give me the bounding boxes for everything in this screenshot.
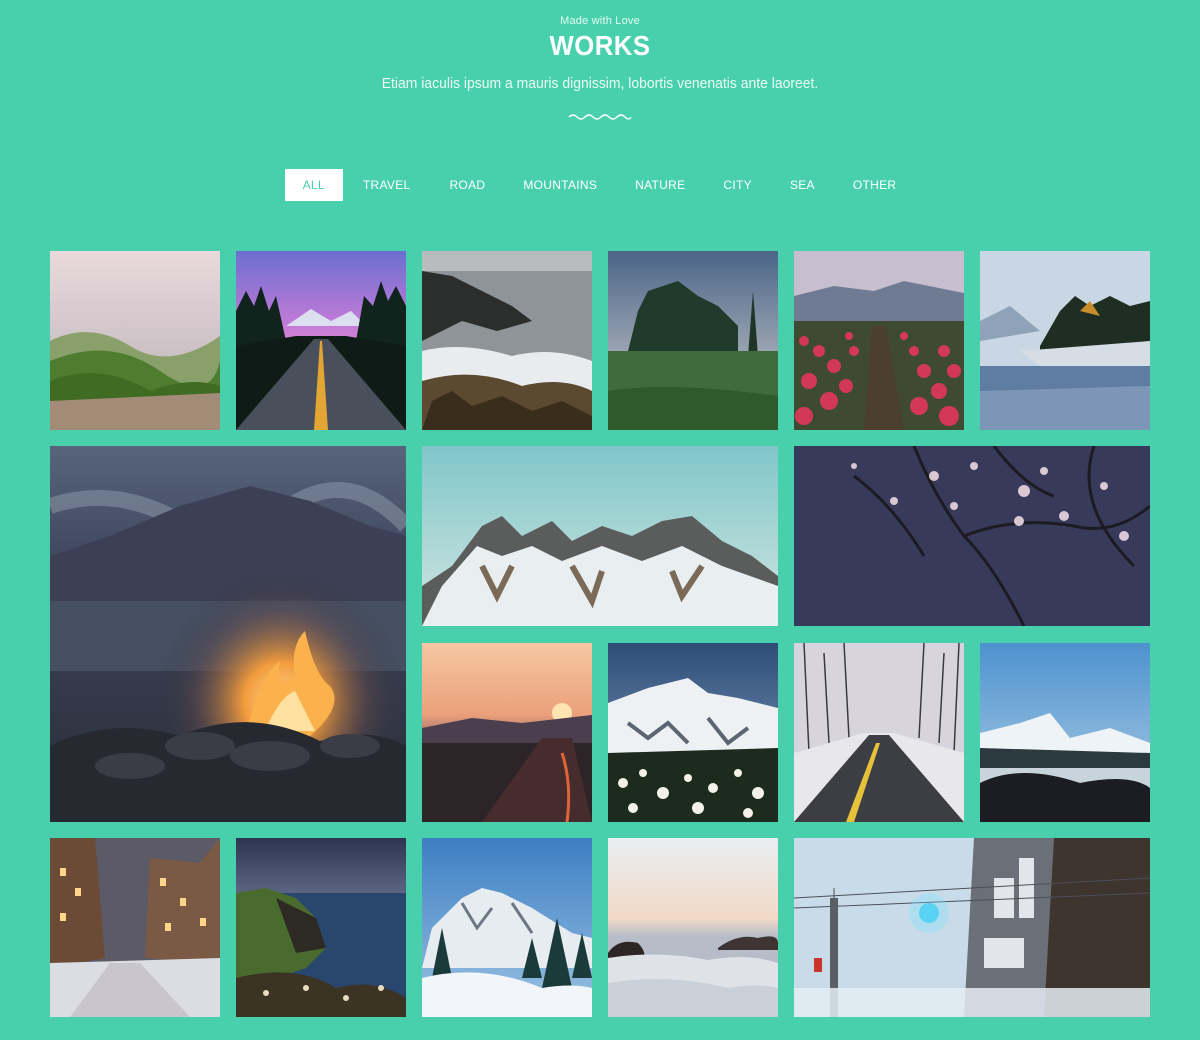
- gallery-item-night-blossoms[interactable]: [794, 446, 1150, 626]
- lake-island-image: [980, 251, 1150, 430]
- gallery-item-rainy-street[interactable]: [794, 838, 1150, 1017]
- gallery-item-sunset-road[interactable]: [422, 643, 592, 822]
- gallery-item-tulip-field[interactable]: [794, 251, 964, 430]
- gallery-item-snowy-ridge[interactable]: [422, 446, 778, 626]
- tulip-field-image: [794, 251, 964, 430]
- filter-city[interactable]: CITY: [704, 169, 771, 201]
- filter-road[interactable]: ROAD: [430, 169, 504, 201]
- gallery-item-purple-sky-road[interactable]: [236, 251, 406, 430]
- portfolio-filter-bar: ALL TRAVEL ROAD MOUNTAINS NATURE CITY SE…: [0, 169, 1200, 201]
- gallery-item-rocky-shore[interactable]: [422, 251, 592, 430]
- rainy-street-image: [794, 838, 1150, 1017]
- filter-nature[interactable]: NATURE: [616, 169, 704, 201]
- campfire-image: [50, 446, 406, 822]
- filter-mountains[interactable]: MOUNTAINS: [504, 169, 616, 201]
- snow-peak-flowers-image: [608, 643, 778, 822]
- tree-meadow-image: [608, 251, 778, 430]
- filter-sea[interactable]: SEA: [771, 169, 834, 201]
- gallery-item-sea-cliffs[interactable]: [236, 838, 406, 1017]
- gallery-item-snowy-city-street[interactable]: [50, 838, 220, 1017]
- sea-cliffs-image: [236, 838, 406, 1017]
- rocky-shore-image: [422, 251, 592, 430]
- gallery-item-campfire[interactable]: [50, 446, 406, 822]
- filter-other[interactable]: OTHER: [834, 169, 916, 201]
- purple-sky-road-image: [236, 251, 406, 430]
- wave-divider-icon: [568, 114, 632, 120]
- misty-hills-image: [50, 251, 220, 430]
- filter-all[interactable]: ALL: [284, 169, 343, 201]
- filter-travel[interactable]: TRAVEL: [343, 169, 431, 201]
- snowy-city-street-image: [50, 838, 220, 1017]
- snowy-ridge-image: [422, 446, 778, 626]
- gallery-item-misty-hills[interactable]: [50, 251, 220, 430]
- page-title: WORKS: [549, 30, 651, 61]
- night-blossoms-image: [794, 446, 1150, 626]
- gallery-item-beach-waves[interactable]: [608, 838, 778, 1017]
- gallery-item-tree-meadow[interactable]: [608, 251, 778, 430]
- gallery-item-snowy-pines[interactable]: [422, 838, 592, 1017]
- gallery-item-winter-road[interactable]: [794, 643, 964, 822]
- section-subtitle: Etiam iaculis ipsum a mauris dignissim, …: [381, 75, 819, 92]
- gallery-item-car-window-mountain[interactable]: [980, 643, 1150, 822]
- sunset-road-image: [422, 643, 592, 822]
- car-window-mountain-image: [980, 643, 1150, 822]
- beach-waves-image: [608, 838, 778, 1017]
- section-eyebrow: Made with Love: [560, 15, 640, 27]
- winter-road-image: [794, 643, 964, 822]
- gallery-item-lake-island[interactable]: [980, 251, 1150, 430]
- snowy-pines-image: [422, 838, 592, 1017]
- gallery-item-snow-peak-flowers[interactable]: [608, 643, 778, 822]
